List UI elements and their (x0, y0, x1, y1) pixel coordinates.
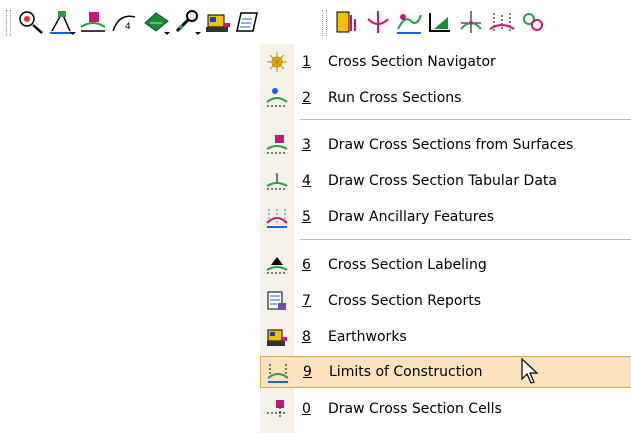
navigator-icon (267, 52, 287, 72)
wrench-button[interactable] (172, 8, 202, 36)
menu-item-number: 0 (302, 401, 311, 417)
toolbar-grip[interactable] (322, 10, 327, 36)
alignment-button[interactable]: 4 (110, 8, 140, 36)
menu-item-run-cross-sections[interactable]: 2 Run Cross Sections (260, 82, 631, 114)
drainage-icon (397, 14, 422, 34)
menu-item-label: Draw Cross Sections from Surfaces (328, 137, 574, 153)
limits-icon (267, 364, 289, 383)
profile-button[interactable] (363, 8, 393, 36)
chevron-down-icon (70, 32, 76, 35)
menu-item-label: Limits of Construction (329, 364, 483, 380)
menu-item-number: 8 (302, 329, 311, 345)
menu-item-label: Cross Section Reports (328, 293, 481, 309)
menu-item-draw-ancillary-features[interactable]: 5 Draw Ancillary Features (260, 201, 631, 233)
chevron-down-icon (195, 32, 201, 35)
surface-button[interactable] (141, 8, 171, 36)
reports-icon (267, 291, 286, 310)
menu-item-number: 1 (302, 54, 311, 70)
menu-item-number: 9 (303, 364, 312, 380)
draw-cross-sections-button[interactable] (78, 8, 108, 36)
menu-item-number: 7 (302, 293, 311, 309)
tabular-data-icon (266, 173, 288, 190)
menu-separator (300, 239, 631, 240)
menu-item-number: 4 (302, 173, 311, 189)
menu-item-number: 3 (302, 137, 311, 153)
alignment-icon: 4 (112, 15, 136, 32)
cells-icon (523, 13, 543, 31)
earthworks-button[interactable] (203, 8, 233, 36)
toolbar: 4 (0, 0, 631, 44)
draw-from-surfaces-icon (266, 135, 288, 154)
report-button[interactable] (332, 8, 362, 36)
run-cross-sections-icon (266, 88, 288, 107)
toolbar-grip[interactable] (6, 10, 11, 36)
report-icon (336, 11, 356, 33)
draw-cross-sections-icon (80, 12, 106, 32)
limits-button[interactable] (487, 8, 517, 36)
notepad-icon (236, 12, 258, 32)
menu-item-cross-section-navigator[interactable]: 1 Cross Section Navigator (260, 46, 631, 78)
labels-icon (460, 11, 482, 33)
drainage-button[interactable] (394, 8, 424, 36)
menu-item-limits-of-construction[interactable]: 9 Limits of Construction (260, 356, 631, 388)
cross-section-navigator-button[interactable] (16, 8, 46, 36)
cells-button[interactable] (518, 8, 548, 36)
menu-item-number: 2 (302, 90, 311, 106)
menu-item-draw-cross-section-cells[interactable]: 0 Draw Cross Section Cells (260, 393, 631, 425)
menu-item-label: Earthworks (328, 329, 407, 345)
menu-item-number: 5 (302, 209, 311, 225)
menu-item-cross-section-labeling[interactable]: 6 Cross Section Labeling (260, 249, 631, 281)
cells-icon (267, 400, 287, 419)
profile-icon (367, 11, 389, 33)
cross-section-navigator-icon (19, 11, 43, 34)
menu-item-label: Cross Section Navigator (328, 54, 496, 70)
earthworks-icon (206, 14, 230, 32)
menu-item-label: Cross Section Labeling (328, 257, 487, 273)
menu-item-label: Run Cross Sections (328, 90, 462, 106)
limits-icon (489, 13, 515, 31)
notepad-button[interactable] (234, 8, 264, 36)
menu-item-label: Draw Cross Section Cells (328, 401, 502, 417)
svg-text:4: 4 (125, 22, 131, 32)
mouse-pointer-icon (521, 357, 539, 384)
ancillary-features-icon (266, 209, 288, 228)
menu-item-draw-cross-sections-from-surfaces[interactable]: 3 Draw Cross Sections from Surfaces (260, 129, 631, 161)
menu-separator (300, 119, 631, 120)
labels-button[interactable] (456, 8, 486, 36)
menu-item-cross-section-reports[interactable]: 7 Cross Section Reports (260, 285, 631, 317)
terrain-button[interactable] (425, 8, 455, 36)
menu-item-earthworks[interactable]: 8 Earthworks (260, 321, 631, 353)
survey-button[interactable] (47, 8, 77, 36)
terrain-icon (429, 13, 450, 32)
labeling-icon (266, 257, 288, 274)
earthworks-icon (267, 329, 287, 346)
menu-item-label: Draw Ancillary Features (328, 209, 495, 225)
cross-section-dropdown-menu: 1 Cross Section Navigator 2 Run Cross Se… (260, 44, 631, 433)
menu-item-label: Draw Cross Section Tabular Data (328, 173, 557, 189)
menu-item-draw-cross-section-tabular-data[interactable]: 4 Draw Cross Section Tabular Data (260, 165, 631, 197)
menu-item-number: 6 (302, 257, 311, 273)
chevron-down-icon (164, 32, 170, 35)
